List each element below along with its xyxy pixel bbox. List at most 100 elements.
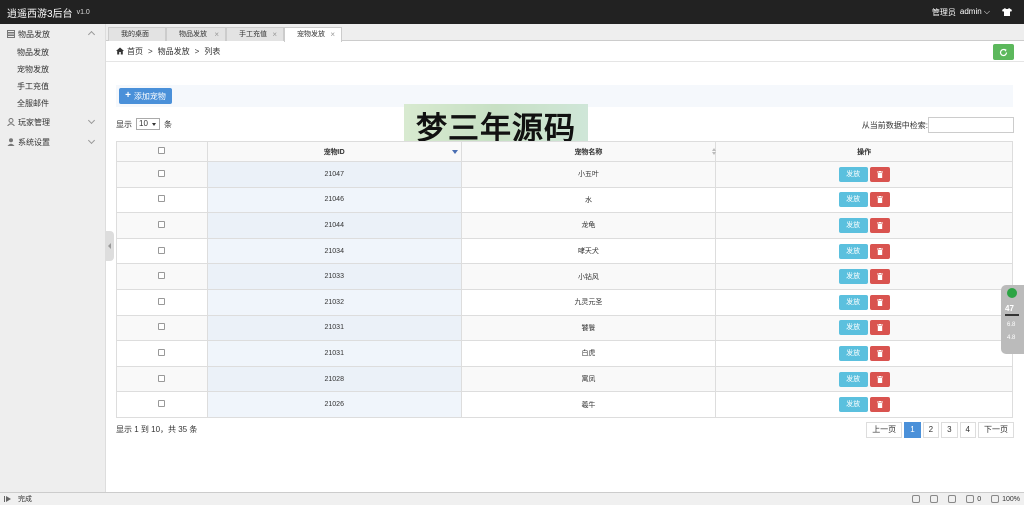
prev-page-button[interactable]: 上一页 — [866, 422, 903, 438]
delete-button[interactable] — [869, 269, 890, 285]
row-select-cell — [116, 288, 208, 316]
delete-button[interactable] — [869, 397, 890, 413]
delete-button[interactable] — [869, 345, 890, 361]
pet-id-cell: 21033 — [206, 263, 462, 290]
send-button[interactable]: 发放 — [838, 217, 868, 233]
row-checkbox[interactable] — [158, 400, 166, 408]
sidebar-group-players[interactable]: 玩家管理 — [0, 112, 105, 132]
page-button-1[interactable]: 1 — [904, 422, 921, 438]
row-select-cell — [116, 263, 208, 290]
operations-cell: 发放 — [715, 237, 1013, 265]
breadcrumb-section[interactable]: 物品发放 — [158, 46, 190, 57]
delete-button[interactable] — [869, 243, 890, 259]
pet-name-cell: 白虎 — [460, 340, 717, 367]
shield-status-icon[interactable] — [912, 495, 921, 503]
add-pet-button[interactable]: + 添加宠物 — [119, 88, 172, 104]
pet-id-cell: 21031 — [206, 340, 462, 367]
sidebar-item-manual-recharge[interactable]: 手工充值 — [0, 78, 105, 95]
refresh-button[interactable] — [993, 44, 1014, 60]
send-button[interactable]: 发放 — [838, 166, 868, 182]
row-checkbox[interactable] — [158, 374, 166, 382]
next-page-button[interactable]: 下一页 — [978, 422, 1014, 438]
operations-cell: 发放 — [715, 161, 1013, 188]
pet-name-cell: 饕餮 — [460, 314, 717, 342]
search-label: 从当前数据中检索: — [861, 120, 928, 130]
row-checkbox[interactable] — [158, 348, 166, 356]
sort-desc-icon — [451, 150, 458, 154]
row-checkbox[interactable] — [158, 195, 166, 203]
row-select-cell — [116, 212, 208, 239]
monitor-bar — [1005, 314, 1019, 316]
mute-icon[interactable] — [930, 495, 939, 503]
delete-button[interactable] — [869, 320, 890, 336]
sidebar-item-server-mail[interactable]: 全服邮件 — [0, 95, 105, 112]
row-select-cell — [116, 365, 208, 393]
send-button[interactable]: 发放 — [838, 345, 868, 361]
tab-pet-send[interactable]: 宠物发放 × — [284, 27, 342, 42]
tab-item-send[interactable]: 物品发放 × — [166, 27, 226, 41]
delete-button[interactable] — [869, 294, 890, 310]
row-select-cell — [116, 314, 208, 342]
delete-button[interactable] — [869, 192, 890, 208]
page-size-select[interactable]: 10 — [136, 118, 160, 130]
page-button-2[interactable]: 2 — [922, 422, 940, 438]
sidebar-group-settings[interactable]: 系统设置 — [0, 132, 105, 152]
row-checkbox[interactable] — [158, 246, 166, 254]
send-button[interactable]: 发放 — [838, 320, 868, 336]
pet-id-header[interactable]: 宠物ID — [206, 141, 462, 162]
tab-desktop[interactable]: 我的桌面 — [108, 27, 166, 41]
pet-id-cell: 21047 — [206, 161, 462, 188]
sidebar-item-item-send[interactable]: 物品发放 — [0, 44, 105, 61]
page-button-3[interactable]: 3 — [941, 422, 958, 438]
sidebar-group-items[interactable]: 物品发放 — [0, 24, 105, 44]
row-checkbox[interactable] — [158, 220, 166, 228]
page-length-control: 显示 10 条 — [116, 118, 172, 130]
row-select-cell — [116, 340, 208, 367]
select-all-checkbox[interactable] — [158, 147, 166, 154]
send-button[interactable]: 发放 — [838, 294, 868, 310]
theme-shirt-icon[interactable] — [1002, 8, 1012, 16]
chevron-down-icon — [87, 116, 96, 125]
close-icon[interactable]: × — [214, 28, 219, 41]
table-header-row: 宠物ID 宠物名称 操作 — [116, 141, 1013, 162]
close-icon[interactable]: × — [330, 28, 335, 41]
user-role: 管理员 — [931, 7, 956, 17]
delete-button[interactable] — [869, 371, 890, 387]
row-checkbox[interactable] — [158, 272, 166, 280]
send-button[interactable]: 发放 — [838, 371, 868, 387]
add-pet-label: 添加宠物 — [133, 91, 166, 101]
delete-button[interactable] — [869, 166, 890, 182]
volume-icon[interactable] — [966, 495, 975, 503]
floating-monitor-widget[interactable]: 47 6.8 4.8 — [1001, 285, 1024, 354]
shield-icon — [1007, 288, 1017, 298]
sidebar-item-pet-send[interactable]: 宠物发放 — [0, 61, 105, 78]
delete-button[interactable] — [869, 217, 890, 233]
table-row: 21047 小五叶 发放 — [116, 161, 1013, 188]
download-icon[interactable] — [948, 495, 957, 503]
send-button[interactable]: 发放 — [838, 269, 868, 285]
row-checkbox[interactable] — [158, 297, 166, 305]
zoom-icon[interactable] — [991, 495, 1000, 503]
send-button[interactable]: 发放 — [838, 397, 868, 413]
tab-manual-recharge[interactable]: 手工充值 × — [226, 27, 284, 41]
user-menu[interactable]: admin ⌵ — [960, 7, 990, 17]
list-icon — [7, 30, 15, 38]
send-button[interactable]: 发放 — [838, 192, 868, 208]
breadcrumb-home[interactable]: 首页 — [127, 46, 143, 57]
row-checkbox[interactable] — [158, 323, 166, 331]
page-button-4[interactable]: 4 — [959, 422, 976, 438]
send-button[interactable]: 发放 — [838, 243, 868, 259]
row-checkbox[interactable] — [158, 169, 166, 177]
sidebar-collapse-handle[interactable] — [106, 231, 114, 261]
close-icon[interactable]: × — [272, 28, 277, 41]
pet-id-cell: 21046 — [206, 186, 462, 214]
monitor-stat-1: 6.8 — [1007, 322, 1016, 328]
search-input[interactable] — [928, 117, 1014, 133]
pagination: 上一页 1 2 3 4 下一页 — [864, 422, 1014, 438]
pet-name-cell: 羲牛 — [460, 391, 717, 418]
pet-name-cell: 九灵元圣 — [460, 288, 717, 316]
pet-name-header[interactable]: 宠物名称 — [460, 141, 717, 162]
pet-id-cell: 21028 — [206, 365, 462, 393]
play-icon — [6, 496, 11, 502]
status-bar: 完成 0 100% — [0, 492, 1024, 505]
